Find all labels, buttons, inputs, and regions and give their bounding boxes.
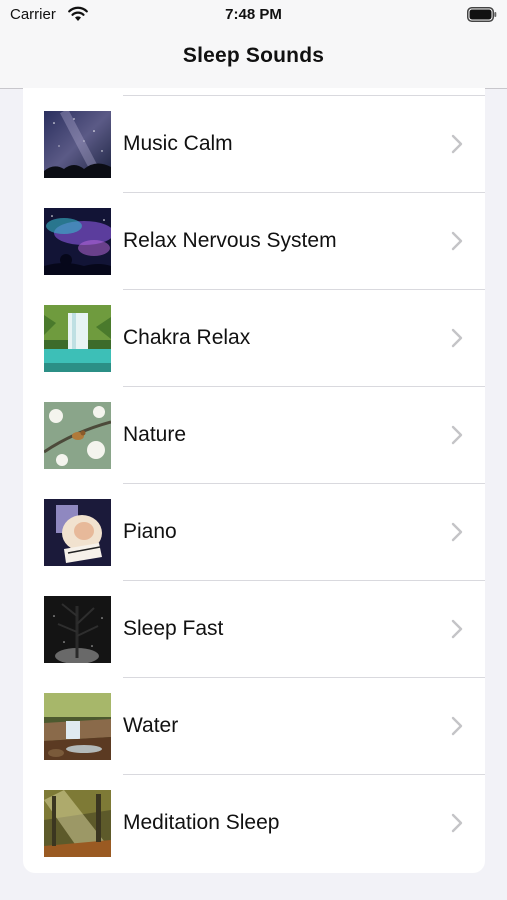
list-item[interactable]: Meditation Sleep — [23, 775, 485, 872]
list-item[interactable]: Piano — [23, 484, 485, 581]
list-item-label: Nature — [123, 423, 187, 446]
list-item-label: Water — [123, 714, 179, 737]
status-bar: Carrier 7:48 PM — [0, 0, 507, 30]
list-item[interactable]: Relax Nervous System — [23, 193, 485, 290]
sunlit-forest-thumbnail — [44, 790, 111, 857]
sound-list: Music Calm Relax Nervous System Chakra R… — [23, 88, 485, 873]
battery-icon — [467, 7, 497, 22]
chevron-right-icon — [451, 813, 463, 833]
night-forest-thumbnail — [44, 596, 111, 663]
list-item-label: Chakra Relax — [123, 326, 251, 349]
list-top-stub — [23, 88, 485, 96]
list-item-label: Relax Nervous System — [123, 229, 337, 252]
starry-sky-thumbnail — [44, 111, 111, 178]
list-item[interactable]: Chakra Relax — [23, 290, 485, 387]
piano-thumbnail — [44, 499, 111, 566]
list-item-label: Piano — [123, 520, 177, 543]
waterfall-thumbnail — [44, 305, 111, 372]
chevron-right-icon — [451, 425, 463, 445]
chevron-right-icon — [451, 231, 463, 251]
list-item-label: Sleep Fast — [123, 617, 224, 640]
chevron-right-icon — [451, 134, 463, 154]
list-item-label: Meditation Sleep — [123, 811, 280, 834]
list-item[interactable]: Water — [23, 678, 485, 775]
list-item[interactable]: Music Calm — [23, 96, 485, 193]
list-item[interactable]: Nature — [23, 387, 485, 484]
aurora-night-thumbnail — [44, 208, 111, 275]
chevron-right-icon — [451, 522, 463, 542]
chevron-right-icon — [451, 716, 463, 736]
page-title: Sleep Sounds — [182, 44, 325, 67]
list-item[interactable]: Sleep Fast — [23, 581, 485, 678]
navigation-bar: Carrier 7:48 PM Sleep Sounds — [0, 0, 507, 89]
stream-thumbnail — [44, 693, 111, 760]
bird-blossom-thumbnail — [44, 402, 111, 469]
chevron-right-icon — [451, 619, 463, 639]
list-item-label: Music Calm — [123, 132, 233, 155]
clock-time: 7:48 PM — [225, 6, 282, 23]
chevron-right-icon — [451, 328, 463, 348]
